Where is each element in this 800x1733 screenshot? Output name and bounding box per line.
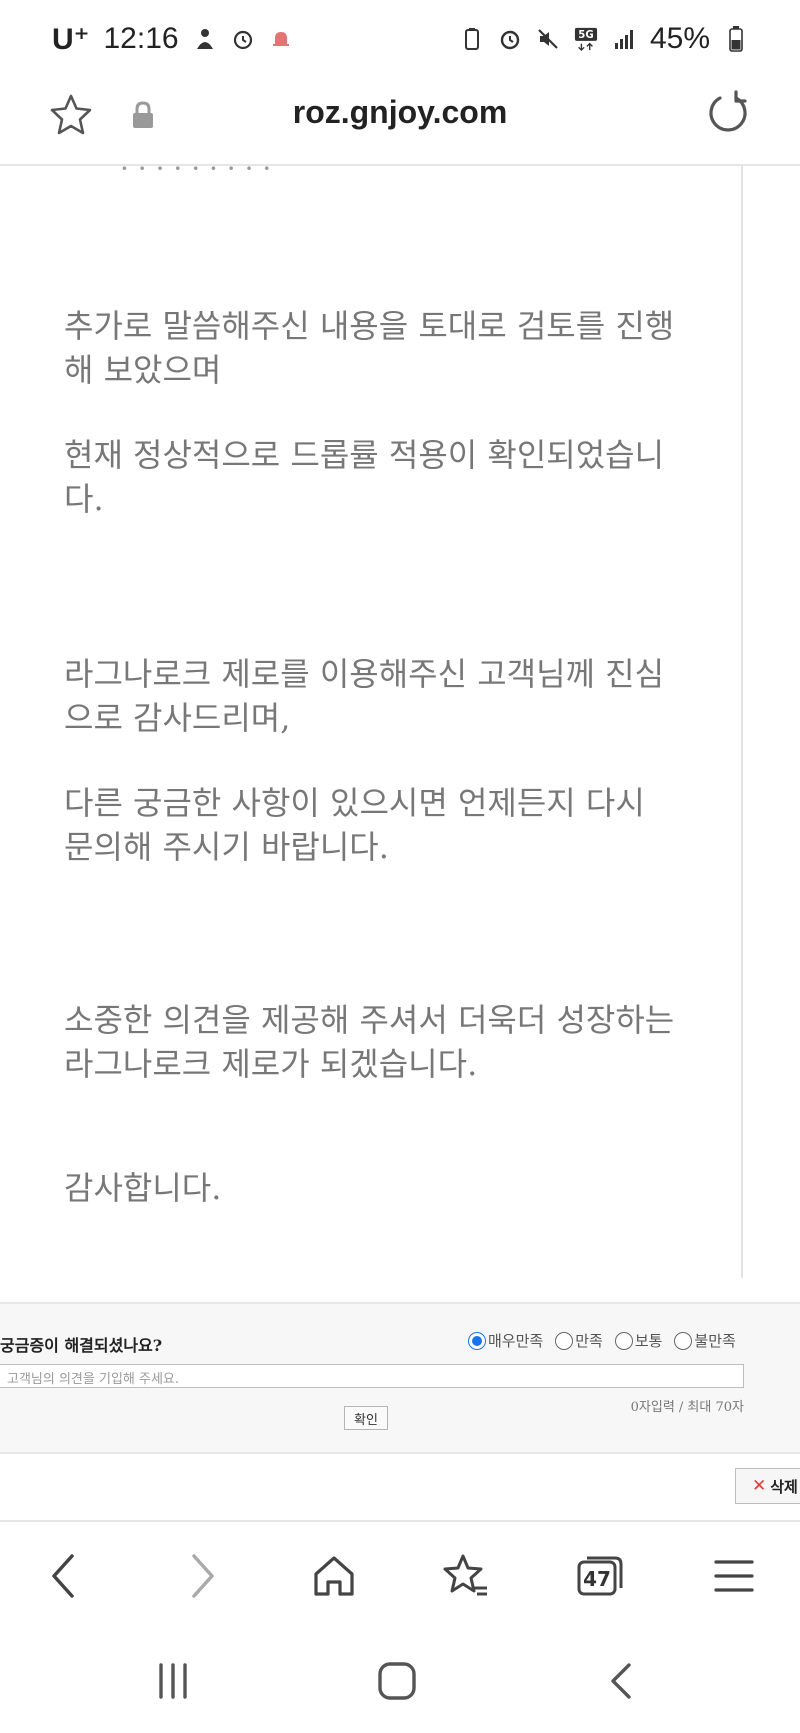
char-counter: 0자입력 / 최대 70자 [630, 1400, 744, 1415]
option-label: 만족 [575, 1332, 603, 1350]
tabs-icon[interactable]: 47 [574, 1550, 626, 1602]
mute-icon [536, 27, 560, 51]
network-label: 5G [578, 30, 593, 41]
browser-toolbar: 47 [0, 1520, 800, 1626]
forward-icon[interactable] [176, 1550, 228, 1602]
option-neutral[interactable]: 보통 [614, 1330, 663, 1351]
radio-very-satisfied[interactable] [468, 1331, 486, 1350]
opinion-input[interactable]: 고객님의 의견을 기입해 주세요. [0, 1364, 744, 1388]
alarm-status-icon [498, 27, 522, 51]
battery-saver-icon [460, 27, 484, 51]
option-label: 매우만족 [488, 1332, 544, 1350]
address-bar: roz.gnjoy.com [0, 78, 800, 166]
paragraph: 소중한 의견을 제공해 주셔서 더욱더 성장하는 라그나로크 제로가 되겠습니다… [64, 1001, 675, 1083]
paragraph: 다른 궁금한 사항이 있으시면 언제든지 다시 문의해 주시기 바랍니다. [64, 784, 645, 866]
battery-icon [724, 26, 748, 52]
option-label: 보통 [634, 1332, 663, 1350]
status-right: 5G 45% [460, 22, 748, 56]
feedback-question: 궁금증이 해결되셨나요? [0, 1336, 163, 1355]
option-label: 불만족 [694, 1332, 736, 1350]
status-left: U⁺ 12:16 [52, 22, 293, 57]
menu-icon[interactable] [708, 1550, 760, 1602]
submit-button[interactable]: 확인 [344, 1406, 388, 1430]
home-button-icon[interactable] [372, 1656, 422, 1706]
satisfaction-options: 매우만족 만족 보통 불만족 [468, 1330, 736, 1351]
system-navigation-bar [0, 1626, 800, 1733]
person-icon [193, 27, 217, 51]
paragraph: 현재 정상적으로 드롭률 적용이 확인되었습니다. [64, 436, 665, 518]
alarm-icon [231, 27, 255, 51]
system-back-icon[interactable] [596, 1656, 646, 1706]
clock: 12:16 [103, 22, 179, 55]
signal-icon [612, 27, 636, 51]
battery-percent: 45% [649, 22, 710, 55]
paragraph: 감사합니다. [64, 1169, 222, 1207]
network-5g-icon: 5G [574, 27, 598, 52]
clipped-text: · · · · · · · · · [120, 166, 272, 185]
tab-count: 47 [583, 1567, 611, 1591]
radio-satisfied[interactable] [555, 1331, 574, 1350]
delete-button[interactable]: ✕ 삭제 [735, 1468, 800, 1504]
status-bar: U⁺ 12:16 5G 45% [0, 0, 800, 78]
reload-icon[interactable] [706, 90, 752, 136]
content-divider [741, 166, 743, 1278]
page-content: · · · · · · · · · 추가로 말씀해주신 내용을 토대로 검토를 … [0, 166, 800, 1302]
home-icon[interactable] [308, 1550, 360, 1602]
option-dissatisfied[interactable]: 불만족 [674, 1330, 736, 1351]
option-very-satisfied[interactable]: 매우만족 [468, 1330, 543, 1351]
radio-neutral[interactable] [614, 1331, 633, 1350]
url-text[interactable]: roz.gnjoy.com [0, 94, 800, 131]
option-satisfied[interactable]: 만족 [555, 1330, 603, 1351]
notification-bell-icon [269, 27, 293, 51]
bookmarks-star-icon[interactable] [440, 1550, 492, 1602]
delete-label: 삭제 [770, 1478, 798, 1496]
paragraph: 라그나로크 제로를 이용해주신 고객님께 진심으로 감사드리며, [64, 655, 665, 737]
carrier-label: U⁺ [52, 22, 90, 56]
paragraph: 추가로 말씀해주신 내용을 토대로 검토를 진행해 보았으며 [64, 307, 675, 389]
feedback-box: 궁금증이 해결되셨나요? 매우만족 만족 보통 불만족 고객님의 의견을 기입해… [0, 1302, 800, 1454]
close-icon: ✕ [752, 1476, 767, 1495]
back-icon[interactable] [38, 1550, 90, 1602]
recent-apps-icon[interactable] [148, 1656, 198, 1706]
radio-dissatisfied[interactable] [674, 1331, 693, 1350]
